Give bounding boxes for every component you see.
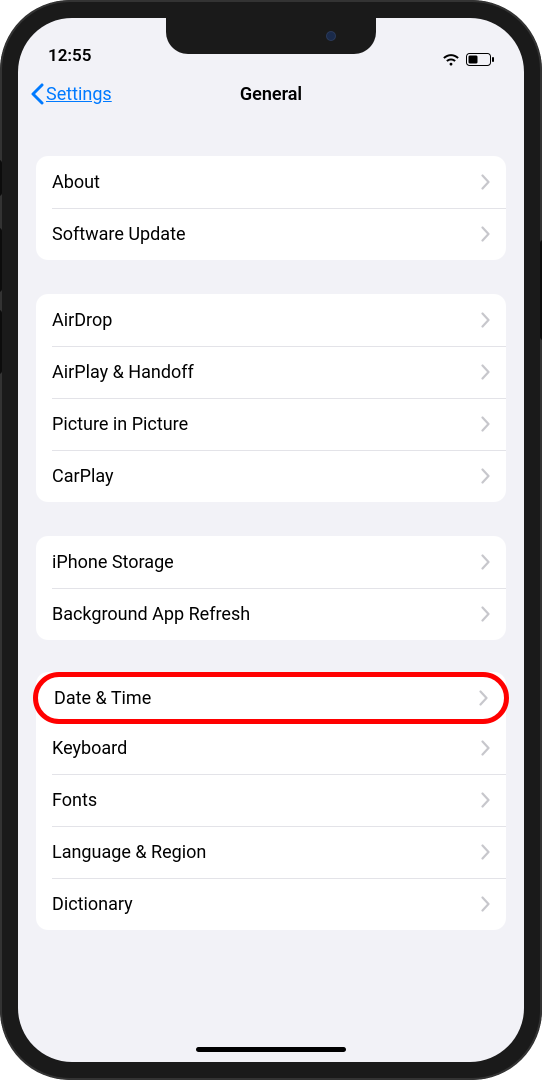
row-label: Fonts (52, 790, 97, 811)
row-label: About (52, 172, 100, 193)
phone-frame: 12:55 Settings General About Software Upd… (0, 0, 542, 1080)
row-airdrop[interactable]: AirDrop (36, 294, 506, 346)
row-software-update[interactable]: Software Update (36, 208, 506, 260)
battery-icon (466, 53, 494, 66)
front-camera (326, 31, 336, 41)
row-airplay-handoff[interactable]: AirPlay & Handoff (36, 346, 506, 398)
notch (166, 18, 376, 54)
volume-up-button (0, 228, 2, 292)
phone-screen: 12:55 Settings General About Software Upd… (18, 18, 524, 1062)
wifi-icon (442, 53, 460, 66)
row-label: Language & Region (52, 842, 206, 863)
mute-switch (0, 160, 2, 196)
row-background-app-refresh[interactable]: Background App Refresh (36, 588, 506, 640)
settings-group: iPhone Storage Background App Refresh (36, 536, 506, 640)
volume-down-button (0, 310, 2, 374)
row-iphone-storage[interactable]: iPhone Storage (36, 536, 506, 588)
row-label: AirPlay & Handoff (52, 362, 194, 383)
status-indicators (442, 53, 494, 66)
row-picture-in-picture[interactable]: Picture in Picture (36, 398, 506, 450)
row-label: Dictionary (52, 894, 133, 915)
row-label: iPhone Storage (52, 552, 174, 573)
row-language-region[interactable]: Language & Region (36, 826, 506, 878)
status-time: 12:55 (48, 46, 91, 66)
row-carplay[interactable]: CarPlay (36, 450, 506, 502)
settings-list[interactable]: About Software Update AirDrop AirPlay & Han… (18, 120, 524, 1037)
settings-group: AirDrop AirPlay & Handoff Picture in Pictu… (36, 294, 506, 502)
nav-bar: Settings General (18, 68, 524, 120)
row-keyboard[interactable]: Keyboard (36, 722, 506, 774)
chevron-left-icon (30, 83, 44, 105)
row-about[interactable]: About (36, 156, 506, 208)
back-button[interactable]: Settings (30, 83, 112, 105)
settings-group: Date & Time Keyboard Fonts Language & Regio… (36, 672, 506, 930)
settings-group: About Software Update (36, 156, 506, 260)
row-label: AirDrop (52, 310, 112, 331)
row-label: Keyboard (52, 738, 127, 759)
row-fonts[interactable]: Fonts (36, 774, 506, 826)
row-label: CarPlay (52, 466, 114, 487)
row-dictionary[interactable]: Dictionary (36, 878, 506, 930)
row-label: Picture in Picture (52, 414, 188, 435)
row-label: Software Update (52, 224, 186, 245)
row-label: Date & Time (54, 688, 151, 709)
back-label: Settings (46, 84, 112, 105)
home-indicator[interactable] (196, 1047, 346, 1052)
row-date-time[interactable]: Date & Time (33, 672, 509, 724)
row-label: Background App Refresh (52, 604, 250, 625)
